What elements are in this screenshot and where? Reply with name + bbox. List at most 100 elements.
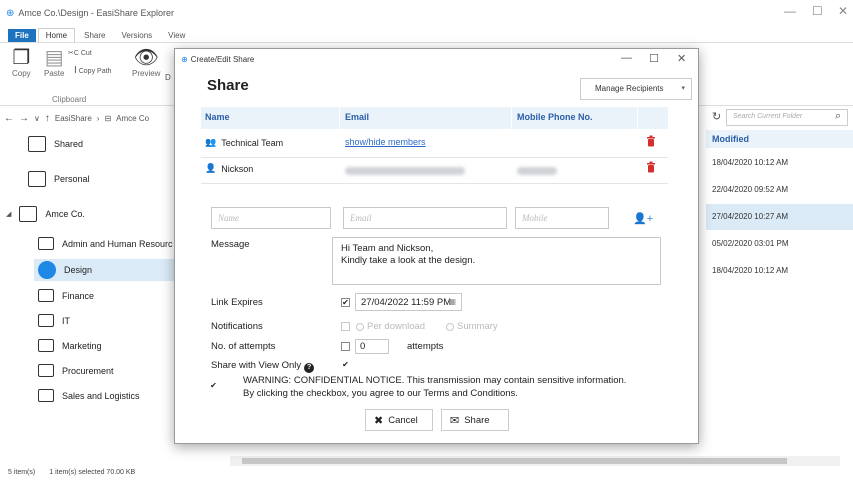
tab-view[interactable]: View: [161, 29, 192, 42]
folder-icon: [38, 237, 54, 250]
horizontal-scrollbar[interactable]: [230, 456, 840, 466]
dialog-close-button[interactable]: ✕: [677, 52, 686, 65]
tree-item-shared[interactable]: Shared: [28, 136, 83, 152]
tab-home[interactable]: Home: [37, 28, 76, 42]
tree-label: Personal: [54, 174, 90, 184]
cancel-button[interactable]: ✖ Cancel: [365, 409, 433, 431]
refresh-icon[interactable]: ↻: [712, 110, 721, 123]
help-icon[interactable]: ?: [304, 363, 315, 373]
group-icon: 👥: [205, 137, 217, 147]
attempts-input[interactable]: 0: [355, 339, 389, 354]
list-item[interactable]: 18/04/2020 10:12 AM: [706, 258, 853, 284]
user-icon: 👤: [205, 163, 217, 173]
trash-icon[interactable]: [646, 161, 656, 173]
notifications-checkbox[interactable]: [341, 322, 350, 331]
cut-button[interactable]: ✂C Cut: [68, 49, 92, 57]
table-row[interactable]: 👤 Nickson: [201, 157, 668, 183]
folder-icon: [38, 261, 56, 279]
forward-icon[interactable]: →: [19, 113, 29, 124]
dialog-minimize-button[interactable]: —: [621, 52, 632, 64]
list-item[interactable]: 05/02/2020 03:01 PM: [706, 231, 853, 257]
tree-item-admin[interactable]: Admin and Human Resourc: [38, 237, 173, 250]
message-textarea[interactable]: Hi Team and Nickson, Kindly take a look …: [332, 237, 661, 285]
ribbon-tabs: File Home Share Versions View: [0, 26, 192, 42]
up-icon[interactable]: ↑: [45, 113, 50, 124]
summary-radio[interactable]: Summary: [446, 321, 498, 332]
name-input[interactable]: Name: [211, 207, 331, 229]
trash-icon[interactable]: [646, 135, 656, 147]
ribbon-truncated-label: D: [165, 73, 171, 82]
search-icon[interactable]: ⌕: [835, 110, 841, 123]
tree-item-sales[interactable]: Sales and Logistics: [38, 389, 140, 402]
table-row[interactable]: 👥 Technical Team show/hide members: [201, 131, 668, 157]
attempts-checkbox[interactable]: [341, 342, 350, 351]
minimize-button[interactable]: —: [784, 4, 796, 18]
tree-item-procurement[interactable]: Procurement: [38, 364, 114, 377]
share-label: Share: [464, 414, 490, 426]
message-line: Kindly take a look at the design.: [341, 255, 476, 266]
view-only-checkbox[interactable]: ✔: [341, 361, 350, 370]
add-user-icon[interactable]: 👤+: [633, 212, 653, 225]
manage-recipients-dropdown[interactable]: Manage Recipients ▾: [580, 78, 692, 100]
mobile-input[interactable]: Mobile: [515, 207, 609, 229]
mobile-column-header[interactable]: Mobile Phone No.: [517, 112, 593, 122]
tab-file[interactable]: File: [8, 29, 36, 42]
scissors-icon: ✂C: [68, 50, 79, 57]
recipient-name: Nickson: [221, 163, 254, 174]
dialog-title: Create/Edit Share: [190, 54, 255, 64]
scrollbar-thumb[interactable]: [242, 458, 787, 464]
tab-versions[interactable]: Versions: [114, 29, 159, 42]
tree-label: Amce Co.: [45, 209, 85, 219]
tree-item-personal[interactable]: Personal: [28, 171, 90, 187]
dialog-titlebar: ⊕ Create/Edit Share: [175, 49, 698, 69]
share-button[interactable]: ✉ Share: [441, 409, 509, 431]
paste-label: Paste: [44, 69, 65, 78]
calendar-icon[interactable]: ▦: [448, 297, 456, 306]
dialog-maximize-button[interactable]: ☐: [649, 52, 659, 65]
tree-label: Shared: [54, 139, 84, 149]
recipient-name-cell: 👤 Nickson: [205, 163, 253, 174]
shared-folder-icon: [38, 389, 54, 402]
tree-item-marketing[interactable]: Marketing: [38, 339, 102, 352]
email-column-header[interactable]: Email: [345, 112, 369, 122]
terms-checkbox[interactable]: ✔: [209, 382, 218, 391]
list-item[interactable]: 27/04/2020 10:27 AM: [706, 204, 853, 230]
copy-label: Copy: [12, 69, 31, 78]
per-download-radio[interactable]: Per download: [356, 321, 425, 332]
collapse-icon[interactable]: ◢: [6, 210, 11, 218]
breadcrumb-easishare[interactable]: EasiShare: [55, 114, 92, 123]
email-input[interactable]: Email: [343, 207, 507, 229]
history-dropdown-icon[interactable]: ∨: [34, 114, 40, 123]
list-item[interactable]: 18/04/2020 10:12 AM: [706, 150, 853, 176]
chevron-down-icon: ▾: [681, 85, 685, 92]
recipient-name: Technical Team: [221, 137, 284, 148]
copy-path-button[interactable]: I Copy Path: [74, 65, 111, 76]
show-hide-members-link[interactable]: show/hide members: [345, 137, 426, 147]
close-button[interactable]: ✕: [838, 4, 848, 18]
eye-icon: 👁: [133, 47, 159, 69]
tree-item-finance[interactable]: Finance: [38, 289, 94, 302]
window-title: Amce Co.\Design - EasiShare Explorer: [18, 8, 174, 18]
expiry-date-picker[interactable]: 27/04/2022 11:59 PM ▦: [355, 293, 462, 311]
item-count: 5 item(s): [8, 469, 36, 476]
search-input[interactable]: Search Current Folder: [726, 109, 848, 126]
link-expires-label: Link Expires: [211, 297, 263, 308]
copy-button[interactable]: ❐ Copy: [12, 47, 31, 78]
link-expires-checkbox[interactable]: ✔: [341, 298, 350, 307]
breadcrumb-amce[interactable]: Amce Co: [116, 114, 149, 123]
easishare-logo-icon: ⊕: [6, 7, 15, 19]
tab-share[interactable]: Share: [77, 29, 112, 42]
modified-column-header[interactable]: Modified: [706, 130, 853, 148]
back-icon[interactable]: ←: [4, 113, 14, 124]
folder-icon: [38, 339, 54, 352]
maximize-button[interactable]: ☐: [812, 4, 823, 18]
paste-button[interactable]: ▤ Paste: [44, 47, 64, 78]
preview-button[interactable]: 👁 Preview: [132, 47, 160, 78]
name-column-header[interactable]: Name: [205, 112, 230, 122]
tree-item-it[interactable]: IT: [38, 314, 70, 327]
list-item[interactable]: 22/04/2020 09:52 AM: [706, 177, 853, 203]
preview-label: Preview: [132, 69, 161, 78]
tree-item-design[interactable]: Design: [34, 259, 174, 281]
tree-item-amce[interactable]: ◢ Amce Co.: [6, 206, 85, 222]
expiry-date-value: 27/04/2022 11:59 PM: [361, 297, 452, 308]
